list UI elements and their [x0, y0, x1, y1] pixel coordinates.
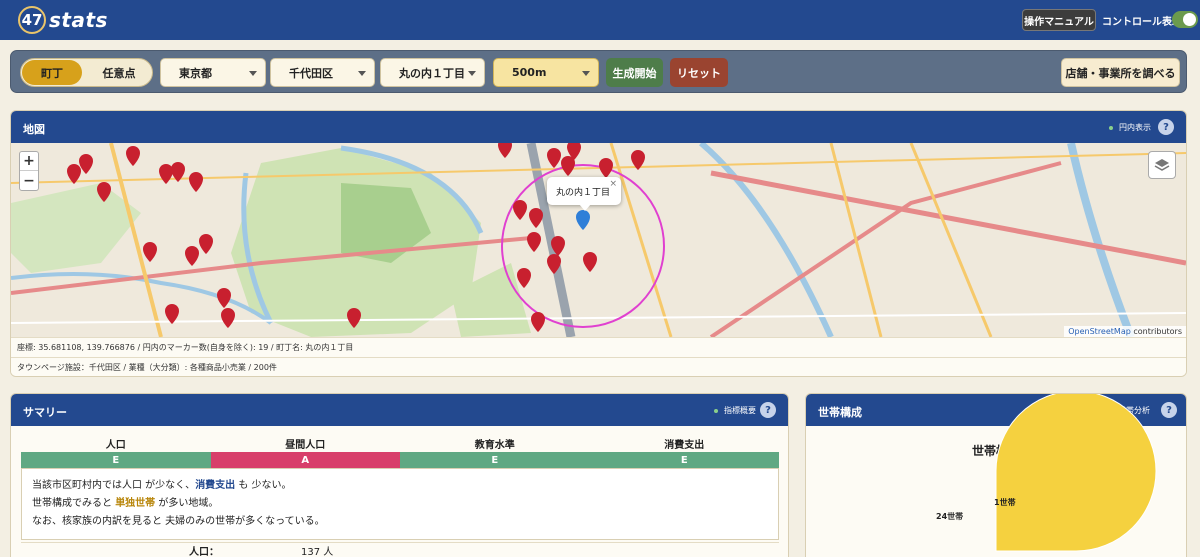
city-select[interactable]: 千代田区: [270, 58, 375, 87]
status-dot-icon: [714, 408, 718, 413]
prefecture-value: 東京都: [179, 66, 212, 80]
logo-text: stats: [49, 8, 108, 32]
summary-line-1: 当該市区町村内では人口 が少なく、消費支出 も 少ない。: [32, 477, 768, 495]
osm-link[interactable]: OpenStreetMap: [1068, 327, 1131, 336]
summary-line-2: 世帯構成でみると 単独世帯 が多い地域。: [32, 495, 768, 513]
attribution-text: contributors: [1130, 327, 1182, 336]
popup-close-icon[interactable]: ×: [609, 179, 617, 189]
grade-headers: 人口 昼間人口 教育水準 消費支出: [21, 436, 779, 452]
map-popup: 丸の内１丁目 ×: [547, 177, 621, 211]
grade-population: E: [21, 452, 211, 468]
summary-panel: サマリー 指標概要 ? 人口 昼間人口 教育水準 消費支出 E A E E 当該…: [10, 393, 789, 557]
mode-town-button[interactable]: 町丁: [22, 60, 82, 85]
grade-daytime-population: A: [210, 452, 400, 468]
prefecture-select[interactable]: 東京都: [160, 58, 266, 87]
line2-tail: が多い地域。: [155, 498, 219, 509]
radius-select[interactable]: 500m: [493, 58, 599, 87]
summary-help-icon[interactable]: ?: [760, 402, 776, 418]
control-bar: 町丁 任意点 東京都 千代田区 丸の内１丁目 500m 生成開始 リセット 店舗…: [10, 50, 1187, 93]
summary-line-3: なお、核家族の内訳を見ると 夫婦のみの世帯が多くなっている。: [32, 516, 325, 527]
population-label: 人口：: [189, 547, 219, 557]
population-value: 137 人: [301, 547, 334, 557]
zoom-in-button[interactable]: +: [20, 152, 38, 171]
header-daytime-population: 昼間人口: [285, 440, 326, 451]
map-info-townpage: タウンページ施設：千代田区 / 業種（大分類）: 各種商品小売業 / 200件: [11, 357, 1186, 376]
pie-slice[interactable]: [995, 394, 1157, 552]
logo[interactable]: 47 stats: [18, 5, 108, 35]
map-attribution: OpenStreetMap contributors: [1064, 326, 1186, 337]
header-consumption: 消費支出: [664, 440, 705, 451]
map-tiles: [11, 143, 1186, 337]
town-value: 丸の内１丁目: [399, 66, 465, 80]
grade-consumption: E: [589, 452, 779, 468]
pie-slice-label: 1世帯: [994, 497, 1016, 507]
mode-any-point-button[interactable]: 任意点: [87, 60, 151, 85]
control-display-toggle[interactable]: [1172, 11, 1198, 28]
grade-row: E A E E: [21, 452, 779, 468]
header-population: 人口: [105, 440, 126, 451]
map-info-coords: 座標: 35.681108, 139.766876 / 円内のマーカー数(自身を…: [11, 337, 1186, 356]
logo-mark: 47: [18, 6, 46, 34]
reset-button[interactable]: リセット: [670, 58, 728, 87]
household-panel: 世帯構成 世帯分析 ? 世帯構成 1世帯 24世帯: [805, 393, 1187, 557]
household-pie-chart: 1世帯 24世帯: [936, 394, 1157, 552]
radius-value: 500m: [512, 66, 547, 79]
map-help-icon[interactable]: ?: [1158, 119, 1174, 135]
status-dot-icon: [1109, 125, 1113, 130]
grade-education: E: [400, 452, 590, 468]
map-panel-title: 地図: [23, 123, 45, 136]
town-select[interactable]: 丸の内１丁目: [380, 58, 485, 87]
popup-tip: [579, 204, 591, 211]
circle-display-label: 円内表示: [1119, 123, 1151, 132]
summary-panel-title: サマリー: [23, 406, 67, 419]
summary-description: 当該市区町村内では人口 が少なく、消費支出 も 少ない。 世帯構成でみると 単独…: [21, 468, 779, 540]
line1-tail: も 少ない。: [235, 480, 292, 491]
zoom-out-button[interactable]: −: [20, 171, 38, 190]
header-education: 教育水準: [474, 440, 515, 451]
city-value: 千代田区: [289, 66, 333, 80]
circle-display-control[interactable]: 円内表示: [1109, 122, 1151, 133]
population-row: 人口： 137 人: [21, 542, 779, 557]
map-panel: 地図 円内表示 ? + − 丸の内１丁目 × OpenStreetMap con…: [10, 110, 1187, 377]
line2-text: 世帯構成でみると: [32, 498, 116, 509]
toggle-knob: [1183, 13, 1196, 26]
control-display-label: コントロール表示: [1102, 17, 1182, 28]
map-view[interactable]: + − 丸の内１丁目 × OpenStreetMap contributors: [11, 143, 1186, 337]
indicator-overview-control[interactable]: 指標概要: [714, 405, 756, 416]
layers-button[interactable]: [1148, 151, 1176, 179]
keyword-single-household: 単独世帯: [115, 498, 156, 509]
chevron-down-icon: [582, 71, 590, 76]
keyword-consumption: 消費支出: [195, 480, 236, 491]
zoom-control: + −: [19, 151, 39, 191]
layers-icon: [1154, 159, 1170, 171]
generate-button[interactable]: 生成開始: [606, 58, 663, 87]
summary-panel-header: サマリー 指標概要 ?: [11, 394, 788, 426]
top-header: 47 stats 操作マニュアル コントロール表示: [0, 0, 1200, 40]
chevron-down-icon: [249, 71, 257, 76]
line1-text: 当該市区町村内では人口 が少なく、: [32, 480, 196, 491]
mode-switch: 町丁 任意点: [20, 58, 153, 87]
indicator-overview-label: 指標概要: [724, 406, 756, 415]
popup-text: 丸の内１丁目: [556, 187, 611, 198]
pie-slice-label: 24世帯: [936, 511, 963, 521]
search-shops-button[interactable]: 店舗・事業所を調べる: [1061, 58, 1180, 87]
manual-button[interactable]: 操作マニュアル: [1022, 9, 1096, 31]
chevron-down-icon: [358, 71, 366, 76]
map-panel-header: 地図 円内表示 ?: [11, 111, 1186, 143]
summary-grade-table: 人口 昼間人口 教育水準 消費支出 E A E E: [21, 436, 779, 468]
chevron-down-icon: [468, 71, 476, 76]
